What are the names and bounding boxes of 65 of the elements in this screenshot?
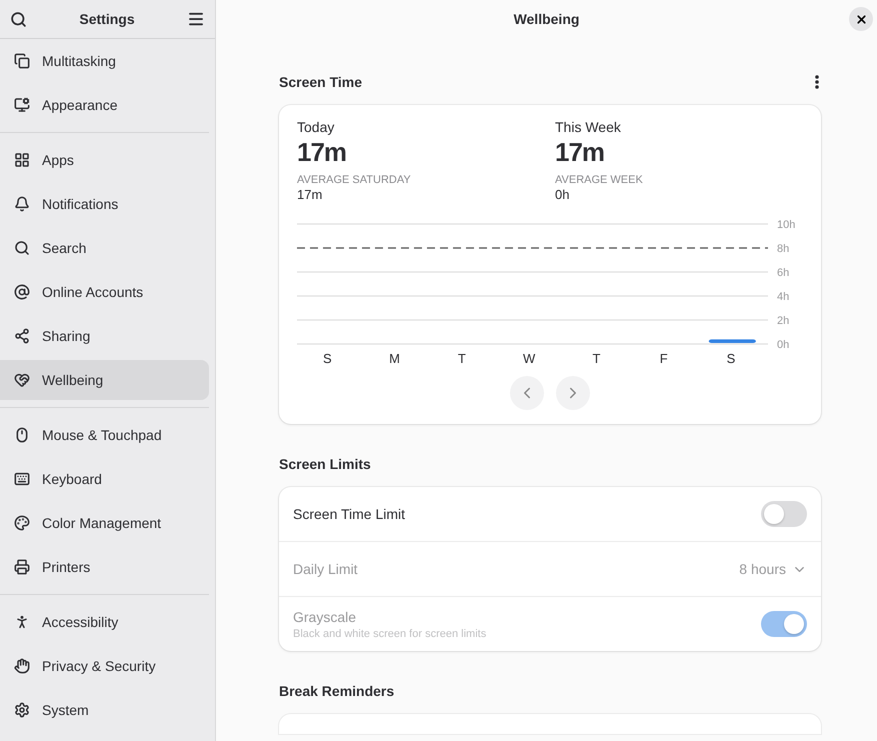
search-icon: [14, 240, 30, 256]
keyboard-icon: [14, 471, 30, 487]
day-label: F: [660, 351, 668, 366]
sidebar-item[interactable]: System: [0, 690, 209, 730]
section-title: Screen Limits: [279, 456, 371, 472]
mouse-icon: [14, 427, 30, 443]
axis-label: 10h: [777, 219, 796, 231]
close-button[interactable]: [849, 7, 873, 31]
close-icon: [854, 12, 868, 26]
day-label: M: [389, 351, 400, 366]
day-label: S: [726, 351, 736, 366]
section-title: Screen Time: [279, 74, 362, 90]
axis-label: 4h: [777, 291, 790, 303]
share-icon: [14, 328, 30, 344]
grid-icon: [14, 152, 30, 168]
at-sign-icon: [14, 284, 30, 300]
window-title: Wellbeing: [514, 11, 580, 27]
sidebar-title: Settings: [79, 11, 135, 27]
average-label: AVERAGE SATURDAY: [297, 174, 411, 186]
sidebar-item[interactable]: Apps: [0, 140, 209, 180]
day-label: T: [592, 351, 600, 366]
heart-hand-icon: [14, 372, 30, 388]
row-label: Screen Time Limit: [293, 506, 406, 522]
printer-icon: [14, 559, 30, 575]
day-label: W: [523, 351, 536, 366]
axis-label: 8h: [777, 243, 790, 255]
day-label: S: [322, 351, 332, 366]
section-title: Break Reminders: [279, 683, 394, 699]
sidebar-item[interactable]: Search: [0, 228, 209, 268]
toggle-switch[interactable]: [761, 501, 807, 527]
day-label: T: [458, 351, 466, 366]
row-label: Daily Limit: [293, 561, 358, 577]
average-value: 0h: [555, 187, 570, 202]
sidebar-item[interactable]: Printers: [0, 547, 209, 587]
stat-label: Today: [297, 119, 334, 135]
sidebar-item[interactable]: Mouse & Touchpad: [0, 415, 209, 455]
sidebar-item[interactable]: Online Accounts: [0, 272, 209, 312]
axis-label: 6h: [777, 267, 790, 279]
gear-icon: [14, 702, 30, 718]
sidebar-item[interactable]: Wellbeing: [0, 360, 209, 400]
average-label: AVERAGE WEEK: [555, 174, 643, 186]
bar: [708, 339, 756, 343]
axis-label: 0h: [777, 339, 790, 351]
windows-icon: [14, 53, 30, 69]
axis-label: 2h: [777, 315, 790, 327]
sidebar-item[interactable]: Multitasking: [0, 41, 209, 81]
sidebar-item[interactable]: Keyboard: [0, 459, 209, 499]
row-label: Grayscale: [293, 608, 358, 624]
sidebar-item[interactable]: Appearance: [0, 85, 209, 125]
stat-value: 17m: [297, 137, 346, 168]
row-subtitle: Black and white screen for screen limits: [293, 628, 486, 640]
stat-value: 17m: [555, 137, 604, 168]
sidebar-item[interactable]: Privacy & Security: [0, 646, 209, 686]
sidebar-item[interactable]: Color Management: [0, 503, 209, 543]
average-value: 17m: [297, 187, 322, 202]
sidebar-item[interactable]: Accessibility: [0, 602, 209, 642]
more-icon: [815, 75, 819, 89]
more-button[interactable]: [813, 73, 821, 91]
sidebar-item[interactable]: Notifications: [0, 184, 209, 224]
monitor-icon: [14, 97, 30, 113]
bell-icon: [14, 196, 30, 212]
palette-icon: [14, 515, 30, 531]
stat-label: This Week: [555, 119, 621, 135]
sidebar-item[interactable]: Sharing: [0, 316, 209, 356]
hand-icon: [14, 658, 30, 674]
